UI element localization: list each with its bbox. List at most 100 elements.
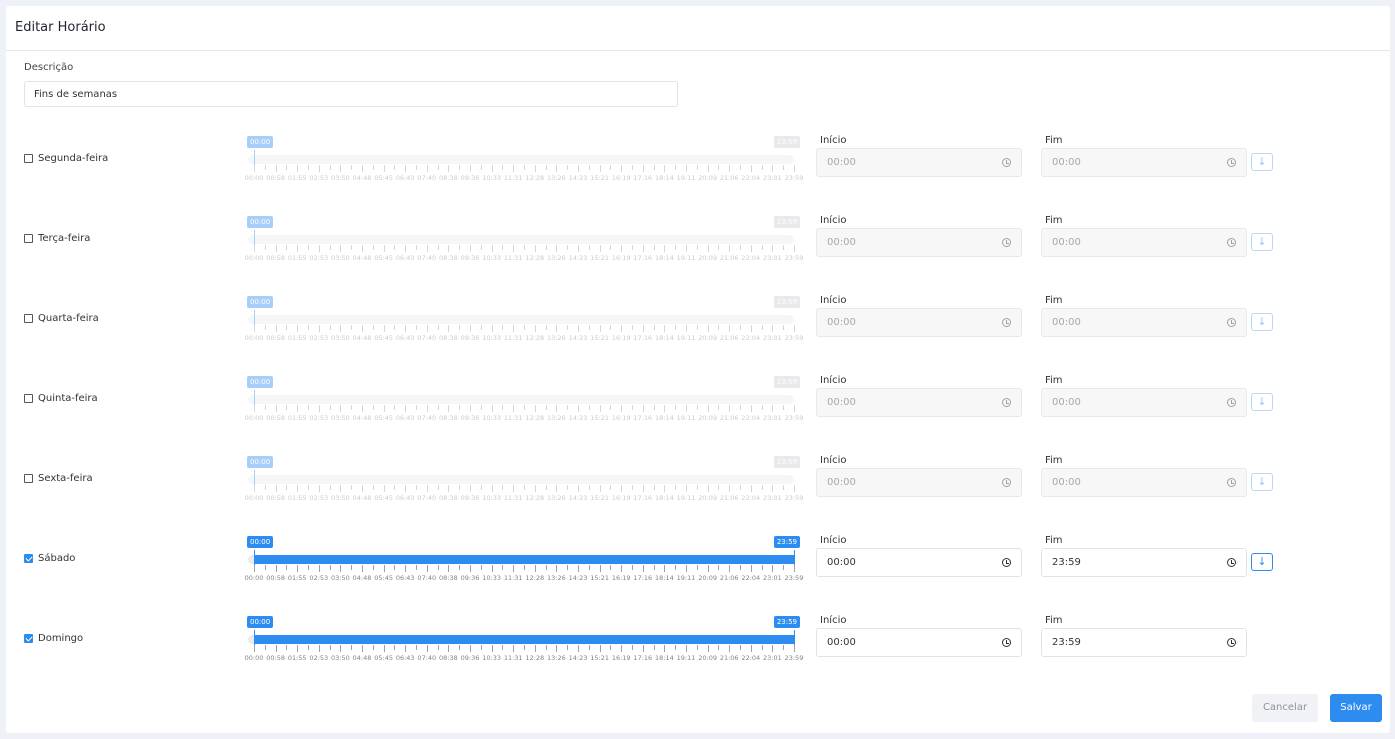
time-range-slider[interactable]: 00:00 23:59 00:00 00:58 01:55 02:53 03:50 04:48… bbox=[242, 456, 803, 506]
end-time-label: Fim bbox=[1045, 455, 1063, 466]
slider-tick bbox=[761, 165, 763, 170]
slider-scale-label: 09:36 bbox=[460, 334, 480, 342]
slider-tick bbox=[686, 565, 687, 572]
slider-tick bbox=[610, 485, 612, 490]
clock-icon[interactable] bbox=[1227, 478, 1236, 487]
slider-scale-label: 22:04 bbox=[741, 574, 761, 582]
slider-tooltip-start: 00:00 bbox=[247, 216, 274, 228]
clock-icon[interactable] bbox=[1227, 158, 1236, 167]
clock-icon[interactable] bbox=[1002, 478, 1011, 487]
slider-tick bbox=[297, 485, 299, 492]
clock-icon[interactable] bbox=[1227, 638, 1236, 647]
clock-icon[interactable] bbox=[1002, 158, 1011, 167]
end-time-input[interactable]: 00:00 bbox=[1041, 468, 1247, 497]
day-checkbox[interactable] bbox=[24, 154, 33, 163]
day-checkbox[interactable] bbox=[24, 554, 33, 563]
slider-tick bbox=[308, 165, 309, 170]
slider-tick bbox=[707, 485, 709, 492]
day-row: Sábado 00:00 23:59 00:00 00:58 01:55 02:53 03:5… bbox=[6, 528, 1390, 608]
cancel-button[interactable]: Cancelar bbox=[1252, 694, 1318, 722]
time-range-slider[interactable]: 00:00 23:59 00:00 00:58 01:55 02:53 03:50 04:48… bbox=[242, 216, 803, 266]
slider-tick bbox=[794, 645, 795, 652]
start-time-input[interactable]: 00:00 bbox=[816, 228, 1022, 257]
slider-tick bbox=[642, 165, 644, 172]
slider-scale-label: 00:58 bbox=[266, 494, 285, 502]
slider-scale-label: 20:09 bbox=[698, 574, 717, 582]
end-time-input[interactable]: 23:59 bbox=[1041, 548, 1247, 577]
day-label: Quarta-feira bbox=[38, 313, 99, 324]
slider-tick bbox=[394, 245, 396, 250]
slider-tick bbox=[567, 405, 569, 410]
end-time-input[interactable]: 00:00 bbox=[1041, 308, 1247, 337]
slider-scale-label: 17:16 bbox=[633, 174, 653, 182]
clock-icon[interactable] bbox=[1227, 558, 1236, 567]
slider-tick bbox=[426, 565, 428, 572]
time-range-slider[interactable]: 00:00 23:59 00:00 00:58 01:55 02:53 03:50 04:48… bbox=[242, 376, 803, 426]
start-time-input[interactable]: 00:00 bbox=[816, 148, 1022, 177]
slider-track bbox=[248, 315, 794, 324]
time-range-slider[interactable]: 00:00 23:59 00:00 00:58 01:55 02:53 03:50 04:48… bbox=[242, 296, 804, 346]
slider-scale-label: 10:33 bbox=[482, 494, 501, 502]
slider-scale-label: 09:36 bbox=[460, 494, 480, 502]
slider-tick bbox=[513, 645, 515, 652]
day-checkbox[interactable] bbox=[24, 634, 33, 643]
clock-icon[interactable] bbox=[1227, 398, 1236, 407]
slider-tick bbox=[696, 645, 698, 650]
slider-track bbox=[248, 475, 794, 484]
start-time-input[interactable]: 00:00 bbox=[816, 548, 1022, 577]
slider-scale-label: 21:06 bbox=[719, 174, 739, 182]
slider-tick bbox=[740, 245, 741, 250]
copy-down-button[interactable]: ↓ bbox=[1251, 393, 1273, 411]
slider-tick bbox=[610, 245, 612, 250]
slider-tick bbox=[632, 165, 633, 170]
slider-scale: 00:00 00:58 01:55 02:53 03:50 04:48 05:45 06:43… bbox=[242, 334, 804, 344]
end-time-input[interactable]: 00:00 bbox=[1041, 148, 1247, 177]
end-time-input[interactable]: 23:59 bbox=[1041, 628, 1247, 657]
clock-icon[interactable] bbox=[1227, 238, 1236, 247]
slider-tick bbox=[275, 245, 277, 252]
slider-tick bbox=[491, 325, 493, 332]
slider-tick bbox=[653, 405, 655, 410]
start-time-input[interactable]: 00:00 bbox=[816, 468, 1022, 497]
slider-scale-label: 18:14 bbox=[655, 654, 674, 662]
clock-icon[interactable] bbox=[1002, 318, 1011, 327]
slider-tick bbox=[308, 325, 309, 330]
time-range-slider[interactable]: 00:00 23:59 00:00 00:58 01:55 02:53 03:50 04:48… bbox=[242, 536, 803, 586]
arrow-down-icon: ↓ bbox=[1257, 235, 1267, 248]
slider-tick bbox=[599, 565, 601, 572]
start-time-input[interactable]: 00:00 bbox=[816, 388, 1022, 417]
slider-scale-label: 16:19 bbox=[611, 574, 631, 582]
clock-icon[interactable] bbox=[1002, 638, 1011, 647]
slider-tick bbox=[740, 325, 741, 330]
time-range-slider[interactable]: 00:00 23:59 00:00 00:58 01:55 02:53 03:50 04:48… bbox=[242, 136, 803, 186]
copy-down-button[interactable]: ↓ bbox=[1251, 153, 1273, 171]
slider-tooltip-start: 00:00 bbox=[247, 136, 274, 148]
clock-icon[interactable] bbox=[1002, 398, 1011, 407]
start-time-input[interactable]: 00:00 bbox=[816, 628, 1022, 657]
slider-track bbox=[248, 235, 794, 244]
description-input[interactable] bbox=[24, 81, 678, 107]
clock-icon[interactable] bbox=[1002, 238, 1011, 247]
copy-down-button[interactable]: ↓ bbox=[1251, 233, 1273, 251]
day-checkbox[interactable] bbox=[24, 234, 33, 243]
slider-scale-label: 00:00 bbox=[244, 654, 264, 662]
end-time-input[interactable]: 00:00 bbox=[1041, 228, 1247, 257]
copy-down-button[interactable]: ↓ bbox=[1251, 313, 1273, 331]
day-label: Sábado bbox=[38, 553, 76, 564]
clock-icon[interactable] bbox=[1227, 318, 1236, 327]
clock-icon[interactable] bbox=[1002, 558, 1011, 567]
slider-tick bbox=[318, 245, 320, 252]
copy-down-button[interactable]: ↓ bbox=[1251, 473, 1273, 491]
slider-tick bbox=[621, 165, 623, 172]
save-button[interactable]: Salvar bbox=[1330, 694, 1382, 722]
slider-tick bbox=[545, 245, 547, 250]
time-range-slider[interactable]: 00:00 23:59 00:00 00:58 01:55 02:53 03:50 04:48… bbox=[242, 616, 803, 666]
day-checkbox[interactable] bbox=[24, 394, 33, 403]
slider-tick bbox=[416, 245, 417, 250]
day-checkbox[interactable] bbox=[24, 474, 33, 483]
start-time-input[interactable]: 00:00 bbox=[816, 308, 1022, 337]
copy-down-button[interactable]: ↓ bbox=[1251, 553, 1273, 571]
slider-scale-label: 13:26 bbox=[547, 654, 566, 662]
day-checkbox[interactable] bbox=[24, 314, 33, 323]
end-time-input[interactable]: 00:00 bbox=[1041, 388, 1247, 417]
